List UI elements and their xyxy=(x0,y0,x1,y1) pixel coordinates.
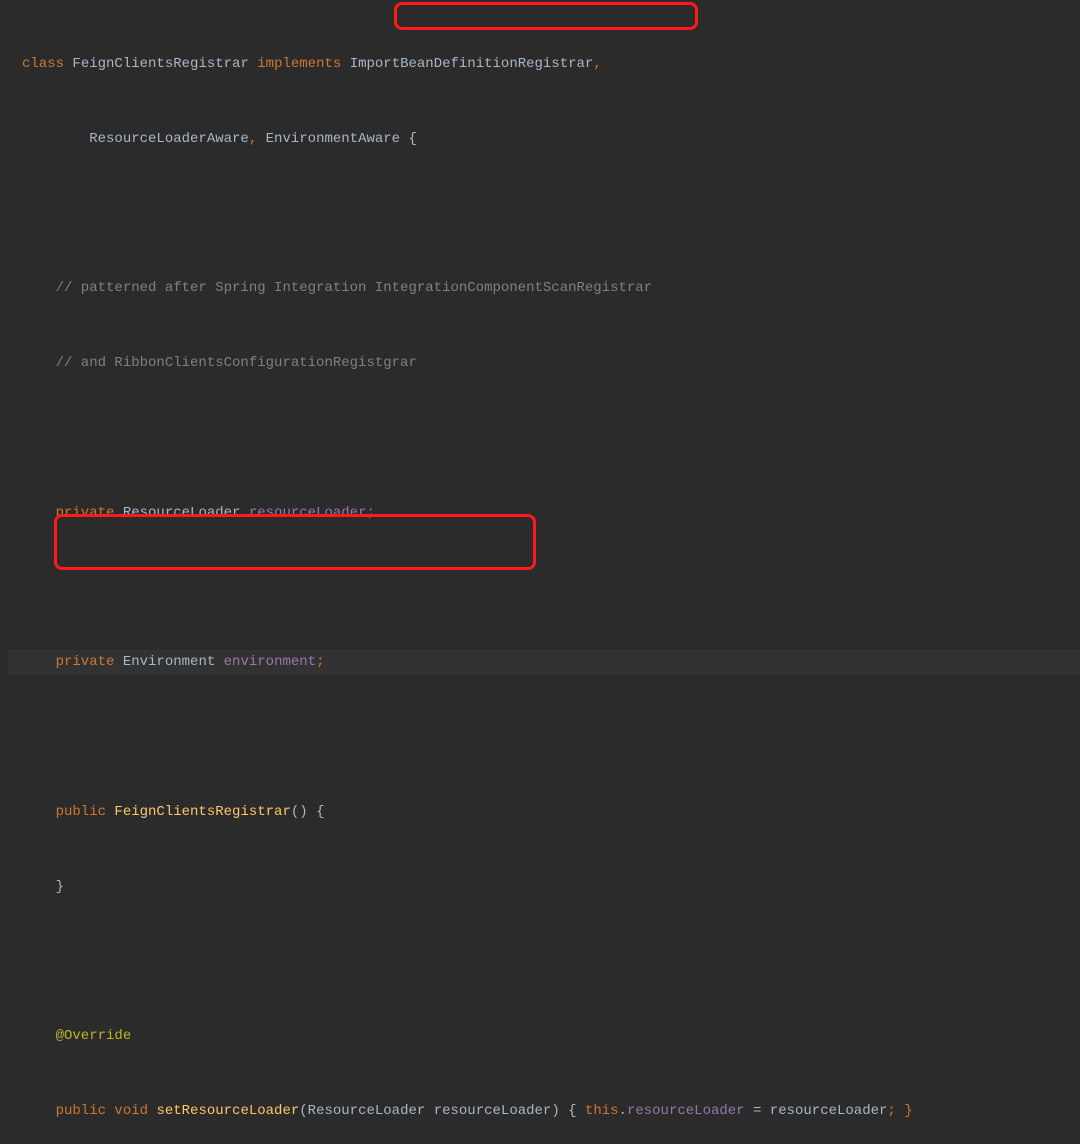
code-line[interactable]: // patterned after Spring Integration In… xyxy=(8,276,1080,301)
field-name: resourceLoader xyxy=(249,505,367,521)
comma: , xyxy=(593,56,601,72)
comment: // and RibbonClientsConfigurationRegistg… xyxy=(22,355,417,371)
code-editor[interactable]: class FeignClientsRegistrar implements I… xyxy=(8,2,1080,1144)
close: ) { xyxy=(551,1103,585,1119)
code-line[interactable]: } xyxy=(8,875,1080,900)
code-line[interactable]: class FeignClientsRegistrar implements I… xyxy=(8,52,1080,77)
code-line-empty[interactable] xyxy=(8,201,1080,226)
code-line[interactable]: private ResourceLoader resourceLoader; xyxy=(8,501,1080,526)
brace: { xyxy=(408,131,416,147)
keyword-class: class xyxy=(22,56,72,72)
end: ; } xyxy=(887,1103,912,1119)
code-line[interactable]: @Override xyxy=(8,1024,1080,1049)
param-type: ResourceLoader xyxy=(308,1103,434,1119)
code-line[interactable]: public void setResourceLoader(ResourceLo… xyxy=(8,1099,1080,1124)
brace: } xyxy=(22,879,64,895)
interface-name: ResourceLoaderAware xyxy=(22,131,249,147)
method-name: setResourceLoader xyxy=(156,1103,299,1119)
field-ref: resourceLoader xyxy=(627,1103,745,1119)
code-line-empty[interactable] xyxy=(8,426,1080,451)
comma: , xyxy=(249,131,266,147)
type-name: Environment xyxy=(123,654,224,670)
parens: () { xyxy=(291,804,325,820)
comment: // patterned after Spring Integration In… xyxy=(22,280,652,296)
code-line-empty[interactable] xyxy=(8,576,1080,601)
interface-name: EnvironmentAware xyxy=(266,131,409,147)
keyword-private: private xyxy=(22,505,123,521)
semicolon: ; xyxy=(366,505,374,521)
code-line[interactable]: private Environment environment; xyxy=(8,650,1080,675)
highlight-annotation-1 xyxy=(394,2,698,30)
keyword-public: public xyxy=(22,804,114,820)
constructor-name: FeignClientsRegistrar xyxy=(114,804,290,820)
keyword-private: private xyxy=(22,654,123,670)
keyword-public: public xyxy=(22,1103,114,1119)
class-name: FeignClientsRegistrar xyxy=(72,56,257,72)
semicolon: ; xyxy=(316,654,324,670)
keyword-this: this xyxy=(585,1103,619,1119)
equals: = xyxy=(745,1103,770,1119)
interface-name: ImportBeanDefinitionRegistrar xyxy=(350,56,594,72)
code-line-empty[interactable] xyxy=(8,725,1080,750)
value: resourceLoader xyxy=(770,1103,888,1119)
type-name: ResourceLoader xyxy=(123,505,249,521)
code-line[interactable]: public FeignClientsRegistrar() { xyxy=(8,800,1080,825)
field-name: environment xyxy=(224,654,316,670)
code-line[interactable]: // and RibbonClientsConfigurationRegistg… xyxy=(8,351,1080,376)
dot: . xyxy=(619,1103,627,1119)
code-line[interactable]: ResourceLoaderAware, EnvironmentAware { xyxy=(8,127,1080,152)
keyword-implements: implements xyxy=(257,56,349,72)
paren: ( xyxy=(299,1103,307,1119)
keyword-void: void xyxy=(114,1103,156,1119)
code-line-empty[interactable] xyxy=(8,950,1080,975)
annotation: @Override xyxy=(22,1028,131,1044)
param-name: resourceLoader xyxy=(434,1103,552,1119)
